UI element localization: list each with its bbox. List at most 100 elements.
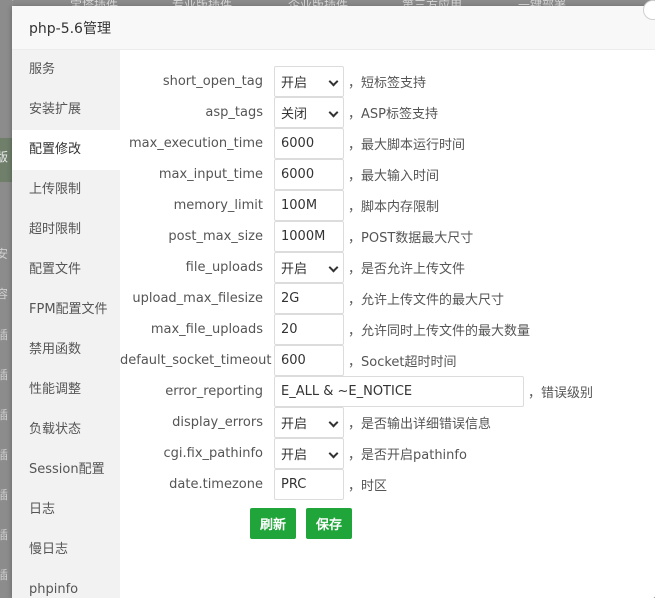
config-hint: ，是否允许上传文件: [348, 262, 466, 277]
config-row: max_execution_time 6000 ，最大脚本运行时间: [120, 128, 465, 159]
config-label: post_max_size: [168, 229, 263, 244]
config-value: E_ALL & ~E_NOTICE: [281, 384, 413, 399]
config-hint: ，是否开启pathinfo: [348, 448, 467, 463]
bg-fragment: 插: [0, 448, 9, 462]
config-row: cgi.fix_pathinfo 开启 ，是否开启pathinfo: [120, 438, 467, 469]
chevron-down-icon: [328, 417, 339, 428]
config-row: max_input_time 6000 ，最大输入时间: [120, 159, 439, 190]
config-value: 开启: [281, 262, 308, 277]
sidebar-item[interactable]: 安装扩展: [12, 90, 120, 130]
config-hint: ，最大脚本运行时间: [348, 138, 466, 153]
sidebar-item[interactable]: 配置文件: [12, 250, 120, 290]
config-hint: ，是否输出详细错误信息: [348, 417, 492, 432]
sidebar-item[interactable]: Session配置: [12, 450, 120, 490]
sidebar-item[interactable]: 禁用函数: [12, 330, 120, 370]
config-label: memory_limit: [173, 198, 263, 213]
config-hint: ，允许同时上传文件的最大数量: [348, 324, 531, 339]
config-hint: ，POST数据最大尺寸: [348, 231, 474, 246]
chevron-down-icon: [328, 448, 339, 459]
config-value: 100M: [281, 198, 318, 213]
chevron-down-icon: [328, 107, 339, 118]
config-label: date.timezone: [169, 477, 263, 492]
config-value: 开启: [281, 448, 308, 463]
bg-fragment: 容: [0, 287, 9, 301]
sidebar-item[interactable]: FPM配置文件: [12, 290, 120, 330]
config-select[interactable]: 开启: [274, 252, 344, 283]
bg-fragment: 安: [0, 247, 9, 261]
php-manage-dialog: php-5.6管理 服务 安装扩展 配置修改 上传限制 超时限制 配置文件 FPM配置文件禁…: [12, 0, 655, 598]
config-value: 开启: [281, 76, 308, 91]
dialog-title: php-5.6管理: [12, 6, 655, 50]
config-input[interactable]: 1000M: [274, 221, 344, 252]
config-label: asp_tags: [205, 105, 263, 120]
sidebar: 服务 安装扩展 配置修改 上传限制 超时限制 配置文件 FPM配置文件 禁用函数 性能调整 负载状…: [12, 50, 120, 598]
sidebar-item[interactable]: phpinfo: [12, 570, 120, 598]
config-input[interactable]: 6000: [274, 128, 344, 159]
bg-fragment: 插: [0, 488, 9, 502]
refresh-button[interactable]: 刷新: [250, 508, 297, 539]
config-row: default_socket_timeout 600 ，Socket超时时间: [120, 345, 457, 376]
bg-fragment: 插: [0, 368, 9, 382]
config-hint: ，时区: [348, 479, 388, 494]
config-hint: ，Socket超时时间: [348, 355, 457, 370]
config-hint: ，脚本内存限制: [348, 200, 440, 215]
config-row: post_max_size 1000M ，POST数据最大尺寸: [120, 221, 473, 252]
config-value: 开启: [281, 417, 308, 432]
config-label: default_socket_timeout: [120, 353, 272, 368]
config-hint: ，短标签支持: [348, 76, 427, 91]
config-input[interactable]: 600: [274, 345, 344, 376]
config-row: max_file_uploads 20 ，允许同时上传文件的最大数量: [120, 314, 530, 345]
bg-fragment: 插: [0, 528, 9, 542]
bg-fragment: 插: [0, 328, 9, 342]
config-value: 20: [281, 322, 298, 337]
config-row: date.timezone PRC ，时区: [120, 469, 387, 500]
config-label: upload_max_filesize: [132, 291, 263, 306]
config-hint: ，允许上传文件的最大尺寸: [348, 293, 505, 308]
config-row: upload_max_filesize 2G ，允许上传文件的最大尺寸: [120, 283, 504, 314]
form-actions: 刷新 保存: [250, 508, 353, 539]
sidebar-item[interactable]: 慢日志: [12, 530, 120, 570]
config-input[interactable]: 100M: [274, 190, 344, 221]
config-input[interactable]: 20: [274, 314, 344, 345]
config-hint: ，错误级别: [528, 386, 594, 401]
sidebar-item[interactable]: 性能调整: [12, 370, 120, 410]
sidebar-item[interactable]: 超时限制: [12, 210, 120, 250]
config-label: cgi.fix_pathinfo: [163, 446, 263, 461]
config-row: error_reporting E_ALL & ~E_NOTICE ，错误级别: [120, 376, 593, 407]
config-input[interactable]: E_ALL & ~E_NOTICE: [274, 376, 524, 407]
config-input[interactable]: PRC: [274, 469, 344, 500]
config-label: short_open_tag: [162, 74, 263, 89]
config-row: display_errors 开启 ，是否输出详细错误信息: [120, 407, 491, 438]
config-input[interactable]: 2G: [274, 283, 344, 314]
config-value: 600: [281, 353, 306, 368]
config-value: 6000: [281, 136, 315, 151]
bg-fragment: 插: [0, 408, 9, 422]
config-label: max_input_time: [158, 167, 263, 182]
bg-fragment: 版: [0, 150, 9, 164]
config-value: 1000M: [281, 229, 326, 244]
sidebar-item[interactable]: 负载状态: [12, 410, 120, 450]
config-hint: ，最大输入时间: [348, 169, 440, 184]
config-select[interactable]: 关闭: [274, 97, 344, 128]
config-row: asp_tags 关闭 ，ASP标签支持: [120, 97, 438, 128]
chevron-down-icon: [328, 262, 339, 273]
config-select[interactable]: 开启: [274, 438, 344, 469]
config-select[interactable]: 开启: [274, 407, 344, 438]
config-label: max_file_uploads: [150, 322, 263, 337]
config-row: file_uploads 开启 ，是否允许上传文件: [120, 252, 465, 283]
bg-fragment: 插: [0, 568, 9, 582]
config-input[interactable]: 6000: [274, 159, 344, 190]
sidebar-item[interactable]: 上传限制: [12, 170, 120, 210]
config-panel: short_open_tag 开启 ，短标签支持 asp_tags 关闭 ，ASP标签支持…: [120, 50, 655, 598]
config-label: max_execution_time: [128, 136, 263, 151]
config-value: 关闭: [281, 107, 308, 122]
chevron-down-icon: [328, 76, 339, 87]
config-row: memory_limit 100M ，脚本内存限制: [120, 190, 439, 221]
sidebar-item[interactable]: 配置修改: [12, 130, 120, 170]
sidebar-item[interactable]: 日志: [12, 490, 120, 530]
save-button[interactable]: 保存: [306, 508, 353, 539]
sidebar-item[interactable]: 服务: [12, 50, 120, 90]
config-select[interactable]: 开启: [274, 66, 344, 97]
config-value: 2G: [281, 291, 300, 306]
config-row: short_open_tag 开启 ，短标签支持: [120, 66, 426, 97]
